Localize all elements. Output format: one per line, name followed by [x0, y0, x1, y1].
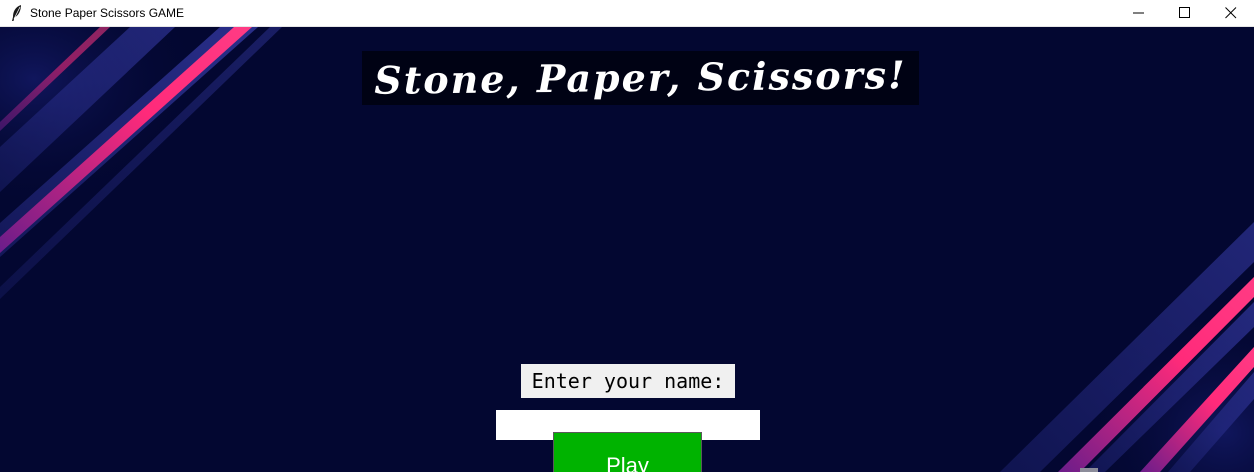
minimize-icon: [1133, 12, 1144, 14]
window-title: Stone Paper Scissors GAME: [30, 6, 185, 20]
name-label: Enter your name:: [521, 364, 735, 398]
game-canvas: Stone, Paper, Scissors! Enter your name:…: [0, 27, 1254, 472]
minimize-button[interactable]: [1116, 0, 1162, 26]
title-banner: Stone, Paper, Scissors!: [362, 51, 919, 105]
scroll-indicator: [1080, 468, 1098, 472]
close-button[interactable]: [1208, 0, 1254, 26]
app-window: Stone Paper Scissors GAME Stone, Paper, …: [0, 0, 1254, 472]
title-bar[interactable]: Stone Paper Scissors GAME: [0, 0, 1254, 27]
game-title: Stone, Paper, Scissors!: [374, 52, 907, 103]
maximize-icon: [1179, 7, 1190, 18]
feather-icon: [12, 5, 21, 21]
maximize-button[interactable]: [1162, 0, 1208, 26]
play-button[interactable]: Play: [553, 432, 702, 472]
close-icon: [1225, 7, 1237, 19]
